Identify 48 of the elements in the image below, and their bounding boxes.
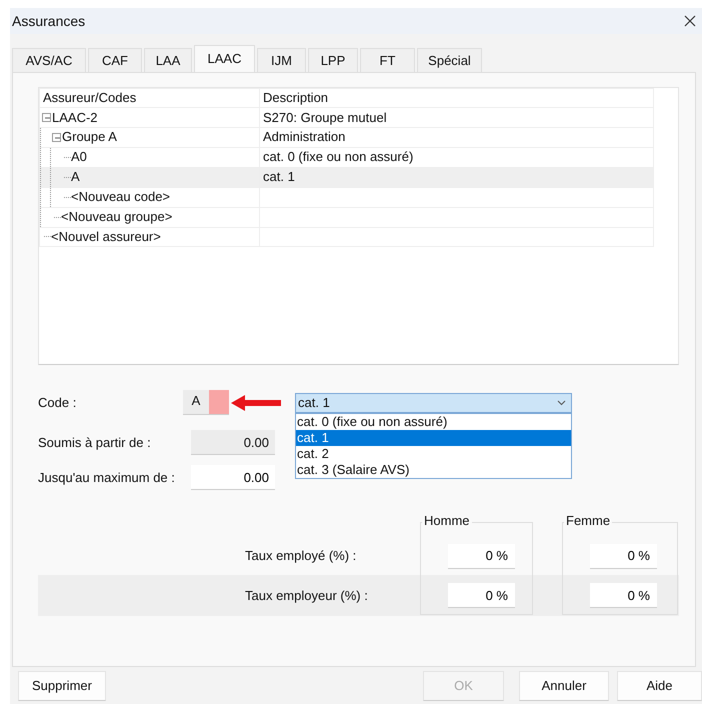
table-cell: Administration [263,129,346,144]
field-label: Soumis à partir de : [38,434,152,452]
tree-cell: <Nouvel assureur> [51,228,161,246]
dropdown-option[interactable]: cat. 3 (Salaire AVS) [296,462,571,478]
collapse-icon[interactable] [42,113,51,122]
tab[interactable]: CAF [88,48,142,72]
rate-field[interactable]: 0 % [590,544,657,568]
rate-label: Taux employé (%) : [245,548,356,564]
tree-cell: Groupe A [62,128,117,146]
column-header: Assureur/Codes [40,88,260,108]
tab[interactable]: LAAC [194,45,255,72]
tab[interactable]: AVS/AC [12,48,86,72]
field-label: Code : [38,394,78,412]
window-title: Assurances [12,12,86,30]
close-icon[interactable] [684,15,696,27]
column-header: Description [260,88,654,108]
tab[interactable]: FT [360,48,415,72]
tree-cell: <Nouveau code> [71,188,170,206]
rate-field[interactable]: 0 % [590,583,657,608]
field-label: Jusqu'au maximum de : [38,468,176,487]
amount-field[interactable]: 0.00 [191,465,275,490]
dialog-button[interactable]: Annuler [519,671,609,701]
code-field[interactable]: A [183,390,229,415]
tree-cell: LAAC-2 [52,108,98,127]
dialog-button[interactable]: Aide [616,671,702,701]
tree-cell: A [71,168,80,186]
arrow-drawing [231,394,281,412]
dropdown-option[interactable]: cat. 2 [296,446,571,462]
dropdown-option[interactable]: cat. 1 [296,430,571,446]
tab[interactable]: IJM [257,48,306,72]
dropdown-option[interactable]: cat. 0 (fixe ou non assuré) [296,414,571,430]
tree-cell: <Nouveau groupe> [61,208,172,226]
tab[interactable]: LPP [308,48,358,72]
group-label: Homme [422,514,472,528]
rate-field[interactable]: 0 % [448,544,515,568]
tab[interactable]: LAA [144,48,192,72]
dialog-button[interactable]: Supprimer [18,671,106,701]
table-cell: S270: Groupe mutuel [263,110,387,125]
table-cell: cat. 0 (fixe ou non assuré) [263,149,414,164]
tab[interactable]: Spécial [417,48,482,72]
group-label: Femme [564,514,612,528]
category-dropdown[interactable]: cat. 1 [295,392,572,412]
collapse-icon[interactable] [52,132,61,142]
tree-cell: A0 [71,148,87,166]
rate-label: Taux employeur (%) : [245,588,368,603]
chevron-icon [557,400,566,406]
table-cell: cat. 1 [263,169,295,184]
rate-field[interactable]: 0 % [448,583,515,608]
